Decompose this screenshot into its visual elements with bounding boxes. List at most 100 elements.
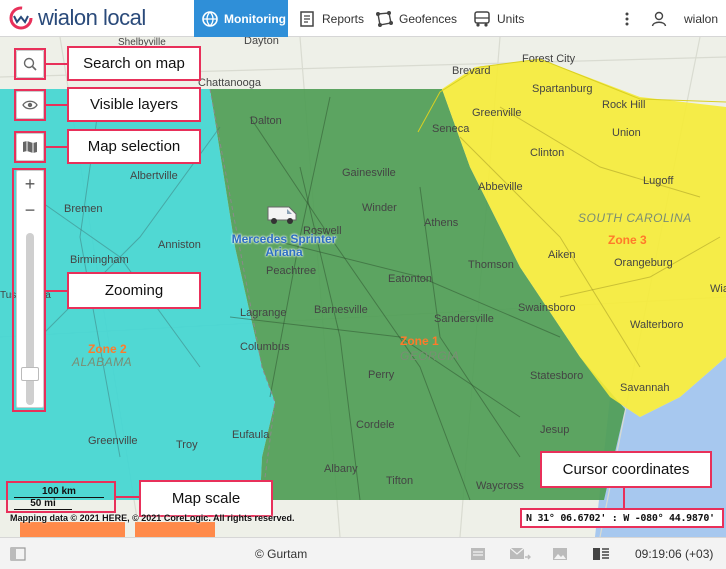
city-label: Perry xyxy=(368,369,395,381)
gurtam-copyright[interactable]: © Gurtam xyxy=(255,538,307,569)
city-label: Cordele xyxy=(356,419,395,431)
connector xyxy=(116,496,140,498)
city-label: Troy xyxy=(176,439,198,451)
city-label: Aiken xyxy=(548,249,576,261)
map-scale: 100 km 50 mi xyxy=(10,483,114,511)
city-label: Lugoff xyxy=(643,175,674,187)
connector xyxy=(46,146,68,148)
city-label: Columbus xyxy=(240,341,290,353)
city-label: Orangeburg xyxy=(614,257,673,269)
layout-icon xyxy=(593,547,609,560)
app-logo[interactable]: wialon local xyxy=(8,5,146,30)
sidebar-toggle-icon xyxy=(10,546,26,561)
highlight-layers xyxy=(14,89,46,121)
city-label: Brevard xyxy=(452,65,491,77)
city-label: Dalton xyxy=(250,115,282,127)
city-label: Union xyxy=(612,127,641,139)
callout-layers: Visible layers xyxy=(67,87,201,122)
city-label: Greenville xyxy=(88,435,138,447)
messages-button[interactable] xyxy=(509,538,531,569)
notifications-button[interactable] xyxy=(470,538,486,569)
city-label: Albertville xyxy=(130,170,178,182)
reports-icon xyxy=(298,10,316,28)
state-label-georgia: GEORGIA xyxy=(400,349,460,363)
city-label: Wiancks xyxy=(710,283,726,295)
city-label: Winder xyxy=(362,202,397,214)
scale-km: 100 km xyxy=(14,486,104,498)
geofence-icon xyxy=(375,10,393,28)
tab-reports-label: Reports xyxy=(322,11,365,26)
top-bar: wialon local Monitoring Reports Geofence… xyxy=(0,0,726,37)
city-label: Waycross xyxy=(476,480,524,492)
user-menu[interactable]: wialon xyxy=(642,0,726,37)
city-label: Chattanooga xyxy=(198,77,261,89)
notifications-icon xyxy=(471,547,485,560)
city-label: Swainsboro xyxy=(518,302,576,314)
cursor-coordinates: N 31° 06.6702' : W -080° 44.9870' xyxy=(522,510,722,526)
city-label: Tifton xyxy=(386,475,414,487)
state-label-alabama: ALABAMA xyxy=(72,355,133,369)
city-label: Thomson xyxy=(468,259,514,271)
city-label: Albany xyxy=(324,463,358,475)
city-label: Savannah xyxy=(620,382,670,394)
city-label: Sandersville xyxy=(434,313,494,325)
city-label: Greenville xyxy=(472,107,522,119)
tab-monitoring-label: Monitoring xyxy=(224,11,286,26)
city-label: Seneca xyxy=(432,123,470,135)
city-label: Abbeville xyxy=(478,181,523,193)
more-menu-button[interactable] xyxy=(614,0,640,37)
unit-name-line2: Ariana xyxy=(265,245,303,259)
city-label: Barnesville xyxy=(314,304,368,316)
highlight-search xyxy=(14,48,46,80)
wialon-logo-icon xyxy=(9,6,33,30)
tab-units[interactable]: Units xyxy=(465,0,532,37)
city-label: Bremen xyxy=(64,203,103,215)
bus-icon xyxy=(473,10,491,28)
city-label: Spartanburg xyxy=(532,83,593,95)
highlight-map-selection xyxy=(14,131,46,163)
callout-cursor: Cursor coordinates xyxy=(540,451,712,488)
city-label: Lagrange xyxy=(240,307,287,319)
gallery-button[interactable] xyxy=(552,538,568,569)
callout-map-selection: Map selection xyxy=(67,129,201,164)
zone-label-1[interactable]: Zone 1 xyxy=(400,334,439,348)
city-label: Clinton xyxy=(530,147,565,159)
tab-monitoring[interactable]: Monitoring xyxy=(194,0,288,37)
city-label: Athens xyxy=(424,217,459,229)
city-label: Jesup xyxy=(540,424,570,436)
tab-geofences[interactable]: Geofences xyxy=(367,0,465,37)
envelope-icon xyxy=(509,547,531,559)
city-label: Birmingham xyxy=(70,254,129,266)
map-copyright: Mapping data © 2021 HERE, © 2021 CoreLog… xyxy=(10,513,295,523)
city-label: Eufaula xyxy=(232,429,270,441)
layout-button[interactable] xyxy=(592,538,610,569)
zone-label-2[interactable]: Zone 2 xyxy=(88,342,127,356)
scale-mi: 50 mi xyxy=(14,498,72,510)
city-label: Gainesville xyxy=(342,167,396,179)
callout-scale: Map scale xyxy=(139,480,273,517)
unit-label[interactable]: Mercedes Sprinter Ariana xyxy=(214,233,354,259)
city-label: Walterboro xyxy=(630,319,684,331)
zone-label-3[interactable]: Zone 3 xyxy=(608,233,647,247)
panel-toggle-button[interactable] xyxy=(10,538,26,569)
city-label: Rock Hill xyxy=(602,99,646,111)
tab-reports[interactable]: Reports xyxy=(290,0,372,37)
callout-zooming: Zooming xyxy=(67,272,201,309)
user-name: wialon xyxy=(684,11,719,26)
city-label: Eatonton xyxy=(388,273,433,285)
highlight-zoom xyxy=(12,168,46,412)
city-label: Dayton xyxy=(244,37,279,47)
map-canvas[interactable]: Shelbyville Dayton Forest City Brevard S… xyxy=(0,37,726,537)
city-label: Statesboro xyxy=(530,370,584,382)
state-label-south-carolina: SOUTH CAROLINA xyxy=(578,211,692,225)
connector xyxy=(46,63,68,65)
kebab-menu-icon xyxy=(618,10,636,28)
callout-search: Search on map xyxy=(67,46,201,81)
tab-units-label: Units xyxy=(497,11,525,26)
server-time: 09:19:06 (+03) xyxy=(635,546,714,561)
connector xyxy=(46,104,68,106)
city-label: Anniston xyxy=(158,239,201,251)
van-icon[interactable] xyxy=(265,203,299,225)
bottom-bar: © Gurtam 09:19:06 (+03) xyxy=(0,537,726,569)
city-label: Forest City xyxy=(522,53,576,65)
